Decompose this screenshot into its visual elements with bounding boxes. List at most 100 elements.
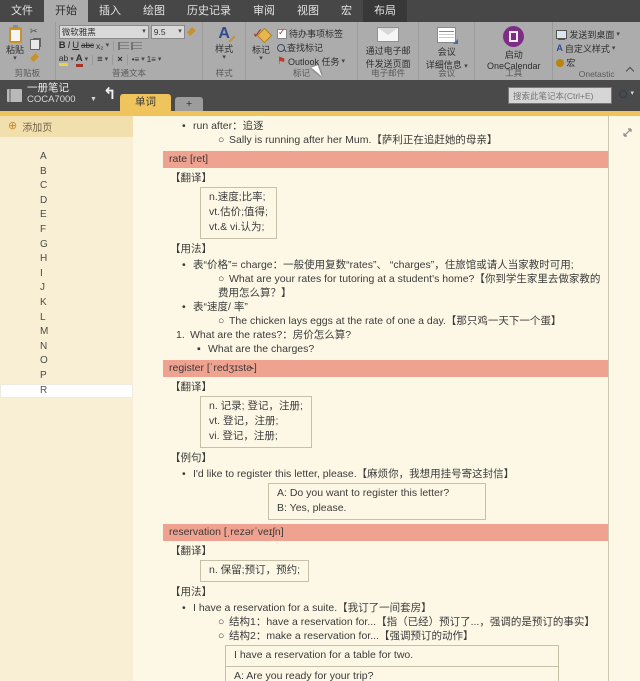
- cut-icon[interactable]: ✂: [30, 27, 40, 36]
- ribbon-tab[interactable]: 布局: [363, 0, 407, 22]
- paste-button[interactable]: 粘贴 ▾: [3, 25, 27, 62]
- italic-button[interactable]: I: [68, 40, 71, 51]
- page-list-item[interactable]: C: [0, 179, 133, 194]
- chevron-down-icon[interactable]: ▾: [70, 56, 74, 63]
- todo-tag-label: 待办事项标签: [289, 29, 344, 39]
- page-list-item[interactable]: L: [0, 311, 133, 326]
- add-page-button[interactable]: ⊕ 添加页: [0, 116, 133, 137]
- page-list-item[interactable]: B: [0, 165, 133, 180]
- bold-button[interactable]: B: [59, 40, 66, 51]
- todo-tag-item[interactable]: 待办事项标签: [277, 27, 345, 40]
- font-color-button[interactable]: A: [75, 53, 83, 67]
- section-tab[interactable]: 单词: [120, 94, 171, 111]
- numbered-list-icon[interactable]: 1≡: [147, 55, 156, 64]
- chevron-down-icon[interactable]: ▾: [85, 56, 89, 63]
- onecalendar-icon: [503, 26, 525, 47]
- meeting-details-button[interactable]: 会议 详细信息 ▾: [423, 25, 471, 71]
- bullet-marker: •: [182, 120, 186, 132]
- subscript-button[interactable]: x₂: [96, 41, 104, 51]
- ribbon-tab[interactable]: 视图: [286, 0, 330, 22]
- page-list-item[interactable]: O: [0, 354, 133, 369]
- page-list-item[interactable]: R: [0, 383, 133, 399]
- page-list-item[interactable]: M: [0, 325, 133, 340]
- todo-checkbox-icon: [277, 27, 288, 39]
- bullet-text: The chicken lays eggs at the rate of one…: [229, 315, 562, 327]
- box-line: vt. 登记，注册;: [209, 415, 279, 427]
- ribbon-tab[interactable]: 宏: [330, 0, 363, 22]
- highlight-button[interactable]: ab: [58, 53, 69, 66]
- page-list-item[interactable]: A: [0, 150, 133, 165]
- bullet-list-icon[interactable]: •≡: [132, 55, 139, 64]
- back-navigation-icon[interactable]: ↰: [103, 84, 116, 104]
- calendar-icon: [437, 27, 457, 43]
- page-list-item[interactable]: F: [0, 223, 133, 238]
- ribbon: 粘贴 ▾ ✂ 剪贴板 微软雅黑 ▾ 9.5 ▾ B I U abc x₂ ▾ a…: [0, 22, 640, 81]
- notebook-subtitle[interactable]: COCA7000: [27, 94, 76, 106]
- chevron-down-icon[interactable]: ▾: [141, 56, 145, 63]
- custom-styles-item[interactable]: A 自定义样式 ▾: [556, 42, 620, 55]
- bullet-marker: •: [182, 301, 186, 313]
- expand-diagonal-icon[interactable]: [622, 125, 633, 143]
- copy-icon[interactable]: [30, 39, 41, 50]
- increase-indent-icon[interactable]: [131, 41, 143, 50]
- note-content-area[interactable]: • run after：追逐 ○ Sally is running after her…: [133, 116, 640, 681]
- box-line: I have a reservation for a table for two…: [234, 649, 414, 661]
- format-painter-icon[interactable]: [30, 53, 40, 62]
- page-list-item[interactable]: I: [0, 267, 133, 282]
- strikethrough-button[interactable]: abc: [81, 41, 94, 50]
- page-sidebar: ⊕ 添加页 ABCDEFGHIJKLMNOPR: [0, 116, 134, 681]
- page-list-item[interactable]: E: [0, 208, 133, 223]
- section-label: 【用法】: [170, 586, 212, 598]
- content-box: n.速度;比率; vt.估价;值得; vt.& vi.认为;: [200, 187, 277, 239]
- box-line: n. 保留;预订，预约;: [209, 564, 301, 576]
- page-list-item[interactable]: J: [0, 281, 133, 296]
- search-input[interactable]: [508, 87, 612, 104]
- search-scope-dropdown-icon[interactable]: ▾: [630, 90, 634, 97]
- notebook-dropdown-icon[interactable]: ▼: [90, 96, 97, 103]
- section-label: 【翻译】: [170, 381, 212, 393]
- tag-button[interactable]: 标记 ▾: [249, 25, 273, 62]
- chevron-down-icon[interactable]: ▾: [106, 42, 110, 49]
- ribbon-tab[interactable]: 文件: [0, 0, 44, 22]
- onecalendar-button[interactable]: 启动 OneCalendar: [484, 25, 544, 71]
- send-to-desktop-item[interactable]: 发送到桌面 ▾: [556, 28, 620, 41]
- ribbon-tab[interactable]: 开始: [44, 0, 88, 22]
- paragraph-align-icon[interactable]: ≡: [97, 54, 103, 65]
- email-page-button[interactable]: 通过电子邮 件发送页面: [363, 25, 414, 70]
- email-group-label: 电子邮件: [371, 68, 406, 78]
- underline-button[interactable]: U: [72, 40, 79, 51]
- styles-button[interactable]: A 样式 ▾: [212, 25, 236, 61]
- ribbon-tab[interactable]: 历史记录: [176, 0, 242, 22]
- new-section-tab[interactable]: +: [175, 97, 204, 111]
- tools-group-label: 工具: [505, 68, 523, 78]
- macro-item[interactable]: 宏: [556, 56, 620, 69]
- page-list-item[interactable]: H: [0, 252, 133, 267]
- chevron-down-icon: ▾: [222, 54, 226, 61]
- bullet-marker: •: [182, 259, 186, 271]
- basic-text-group: 微软雅黑 ▾ 9.5 ▾ B I U abc x₂ ▾ ab ▾ A ▾ ≡ ▾…: [56, 22, 204, 80]
- page-list-item[interactable]: D: [0, 194, 133, 209]
- flag-icon: ⚑: [277, 55, 286, 67]
- ribbon-tab[interactable]: 绘图: [132, 0, 176, 22]
- content-box: n. 记录; 登记，注册; vt. 登记，注册; vi. 登记，注册;: [200, 396, 312, 448]
- bullet-text: What are the charges?: [208, 343, 315, 355]
- decrease-indent-icon[interactable]: [118, 41, 130, 50]
- chevron-down-icon[interactable]: ▾: [158, 56, 162, 63]
- notebook-title[interactable]: 一册笔记: [27, 82, 69, 94]
- page-list-item[interactable]: P: [0, 369, 133, 384]
- font-size-select[interactable]: 9.5 ▾: [150, 24, 185, 39]
- find-tags-item[interactable]: 查找标记: [277, 41, 345, 54]
- ribbon-collapse-button[interactable]: [624, 66, 636, 76]
- page-list-item[interactable]: N: [0, 340, 133, 355]
- format-brush-icon[interactable]: [186, 27, 196, 36]
- search-icon[interactable]: [619, 90, 628, 98]
- page-list-item[interactable]: G: [0, 238, 133, 253]
- clear-format-icon[interactable]: ×: [117, 54, 123, 65]
- chevron-down-icon[interactable]: ▾: [105, 56, 109, 63]
- ribbon-tab[interactable]: 插入: [88, 0, 132, 22]
- envelope-icon: [377, 27, 400, 42]
- ribbon-tab[interactable]: 审阅: [242, 0, 286, 22]
- page-list-item[interactable]: K: [0, 296, 133, 311]
- box-line: vt.& vi.认为;: [209, 221, 265, 233]
- font-name-select[interactable]: 微软雅黑 ▾: [58, 24, 149, 39]
